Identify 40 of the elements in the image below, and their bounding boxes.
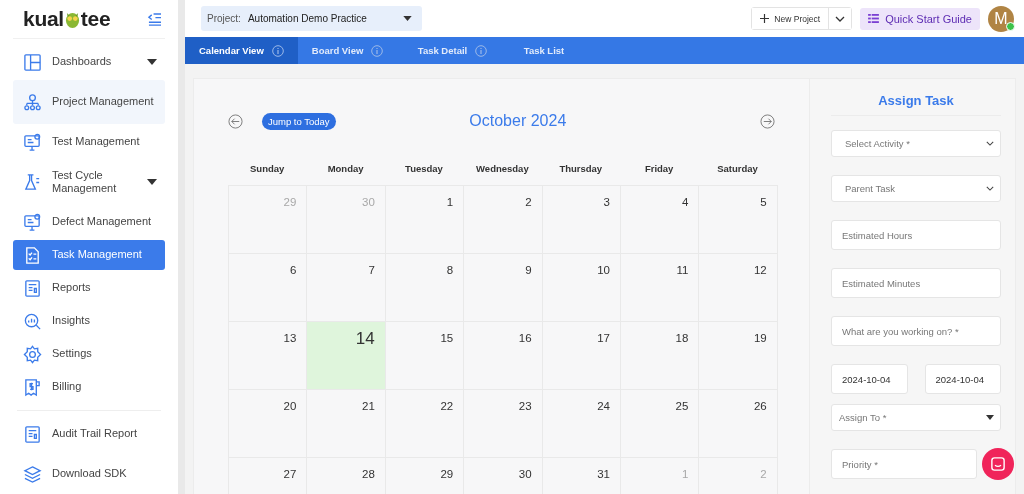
- nav-item[interactable]: Insights: [13, 306, 165, 336]
- select-field[interactable]: Select Activity *: [831, 130, 1001, 157]
- nav-item[interactable]: Test Management: [13, 127, 165, 157]
- panel-title: Assign Task: [831, 79, 1001, 116]
- logo: kual tee: [23, 7, 111, 31]
- weekday-header: Wednesday: [475, 163, 530, 175]
- weekday-header: Tuesday: [404, 163, 444, 175]
- date-field[interactable]: 2024-10-04: [831, 364, 908, 394]
- quick-start-guide-button[interactable]: Quick Start Guide: [860, 7, 980, 30]
- select-field[interactable]: Parent Task: [831, 175, 1001, 202]
- weekday-header: Thursday: [558, 163, 604, 175]
- view-tab[interactable]: Board View: [297, 37, 404, 64]
- dropdown-field[interactable]: Assign To *: [831, 404, 1001, 431]
- nav-item[interactable]: Billing: [13, 372, 165, 402]
- nav-item[interactable]: Audit Trail Report: [13, 419, 165, 449]
- nav-item[interactable]: Dashboards: [13, 47, 165, 77]
- month-title: October 2024: [468, 112, 568, 130]
- weekday-header: Monday: [326, 163, 365, 175]
- view-tab[interactable]: Task Detail: [403, 37, 510, 64]
- input-field[interactable]: Priority *: [831, 449, 977, 479]
- nav-item[interactable]: Project Management: [13, 80, 165, 124]
- view-tab[interactable]: Calendar View: [185, 37, 298, 64]
- view-tab[interactable]: Task List: [509, 37, 616, 64]
- weekday-header: Sunday: [249, 163, 286, 175]
- day-cell[interactable]: 14: [306, 321, 386, 390]
- nav-item[interactable]: Defect Management: [13, 207, 165, 237]
- input-field[interactable]: What are you working on? *: [831, 316, 1001, 346]
- nav-item[interactable]: Download SDK: [13, 452, 165, 494]
- project-select[interactable]: Project: Automation Demo Practice: [201, 6, 422, 31]
- input-field[interactable]: Estimated Minutes: [831, 268, 1001, 298]
- nav-item[interactable]: Task Management: [13, 240, 165, 270]
- input-field[interactable]: Estimated Hours: [831, 220, 1001, 250]
- date-field[interactable]: 2024-10-04: [924, 364, 1001, 394]
- nav-item[interactable]: Reports: [13, 273, 165, 303]
- day-cell[interactable]: 5: [698, 185, 778, 254]
- jump-to-today-button[interactable]: Jump to Today: [262, 112, 336, 130]
- nav-item[interactable]: Settings: [13, 339, 165, 369]
- nav-item[interactable]: Test Cycle Management: [13, 160, 165, 204]
- weekday-header: Saturday: [716, 163, 759, 175]
- weekday-header: Friday: [643, 163, 675, 175]
